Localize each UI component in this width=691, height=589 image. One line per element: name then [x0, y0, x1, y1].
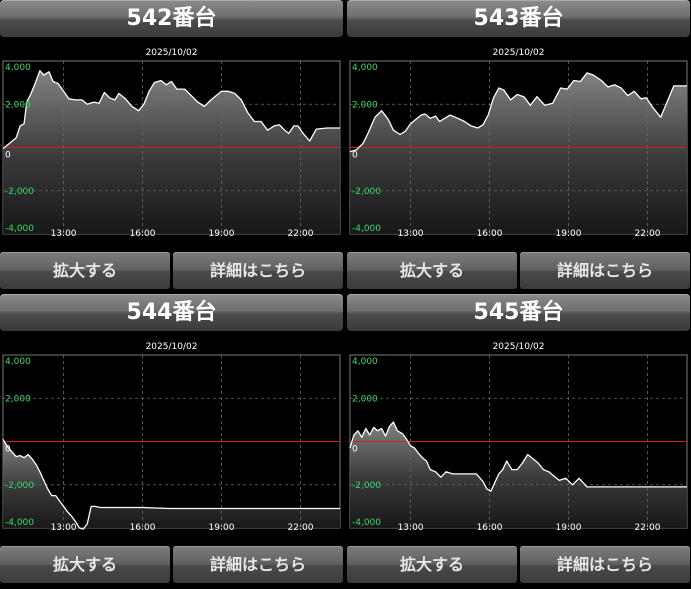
- y-tick-label: -2,000: [352, 481, 381, 491]
- chart-date: 2025/10/02: [493, 48, 545, 58]
- y-tick-label: -4,000: [352, 518, 381, 528]
- y-tick-label: -4,000: [5, 224, 34, 234]
- slump-chart: 2025/10/02 4,000 2,000 0 -2,000 -4,000 13:00 16…: [349, 48, 688, 237]
- x-tick-label: 16:00: [477, 229, 503, 237]
- details-button[interactable]: 詳細はこちら: [173, 546, 343, 583]
- x-tick-label: 13:00: [51, 229, 77, 237]
- slump-chart: 2025/10/02 4,000 2,000 0 -2,000 -4,000 13:00 16…: [2, 342, 341, 531]
- details-button[interactable]: 詳細はこちら: [173, 252, 343, 289]
- y-tick-label: -4,000: [5, 518, 34, 528]
- panel-title: 543番台: [347, 0, 690, 37]
- x-tick-label: 22:00: [635, 229, 661, 237]
- x-tick-label: 22:00: [288, 523, 314, 531]
- x-tick-label: 19:00: [209, 523, 235, 531]
- x-tick-label: 16:00: [130, 523, 156, 531]
- y-tick-label: 4,000: [5, 357, 31, 367]
- y-tick-label: 0: [5, 151, 11, 161]
- machine-panel-543: 543番台 2025/10/02 4,000 2,000 0 -2,000 -4,000 1…: [347, 0, 690, 289]
- y-tick-label: 0: [352, 151, 358, 161]
- x-tick-label: 13:00: [51, 523, 77, 531]
- machine-panel-544: 544番台 2025/10/02 4,000 2,000 0 -2,000 -4,000 1…: [0, 294, 343, 583]
- chart-date: 2025/10/02: [146, 48, 198, 58]
- expand-button[interactable]: 拡大する: [0, 252, 170, 289]
- x-tick-label: 16:00: [477, 523, 503, 531]
- chart-date: 2025/10/02: [146, 342, 198, 352]
- panel-title: 542番台: [0, 0, 343, 37]
- y-tick-label: 4,000: [5, 63, 31, 73]
- y-tick-label: 2,000: [5, 100, 31, 110]
- x-tick-label: 22:00: [288, 229, 314, 237]
- expand-button[interactable]: 拡大する: [347, 252, 517, 289]
- y-tick-label: 0: [5, 445, 11, 455]
- y-tick-label: -2,000: [5, 187, 34, 197]
- x-tick-label: 13:00: [398, 229, 424, 237]
- y-tick-label: -2,000: [5, 481, 34, 491]
- expand-button[interactable]: 拡大する: [0, 546, 170, 583]
- y-tick-label: 2,000: [352, 394, 378, 404]
- chart-date: 2025/10/02: [493, 342, 545, 352]
- slump-chart: 2025/10/02 4,000 2,000 0 -2,000 -4,000 13:00 16…: [2, 48, 341, 237]
- y-tick-label: 2,000: [5, 394, 31, 404]
- details-button[interactable]: 詳細はこちら: [520, 546, 690, 583]
- y-tick-label: 4,000: [352, 63, 378, 73]
- y-tick-label: -4,000: [352, 224, 381, 234]
- x-tick-label: 19:00: [209, 229, 235, 237]
- details-button[interactable]: 詳細はこちら: [520, 252, 690, 289]
- panel-title: 545番台: [347, 294, 690, 331]
- machine-panel-542: 542番台 2025/10/02 4,000 2,000 0 -2,000 -4,000 1…: [0, 0, 343, 289]
- x-tick-label: 19:00: [556, 523, 582, 531]
- y-tick-label: 2,000: [352, 100, 378, 110]
- y-tick-label: -2,000: [352, 187, 381, 197]
- y-tick-label: 4,000: [352, 357, 378, 367]
- x-tick-label: 22:00: [635, 523, 661, 531]
- expand-button[interactable]: 拡大する: [347, 546, 517, 583]
- panel-title: 544番台: [0, 294, 343, 331]
- machine-panel-545: 545番台 2025/10/02 4,000 2,000 0 -2,000 -4,000 1…: [347, 294, 690, 583]
- x-tick-label: 13:00: [398, 523, 424, 531]
- y-tick-label: 0: [352, 445, 358, 455]
- x-tick-label: 19:00: [556, 229, 582, 237]
- slump-chart: 2025/10/02 4,000 2,000 0 -2,000 -4,000 13:00 16…: [349, 342, 688, 531]
- x-tick-label: 16:00: [130, 229, 156, 237]
